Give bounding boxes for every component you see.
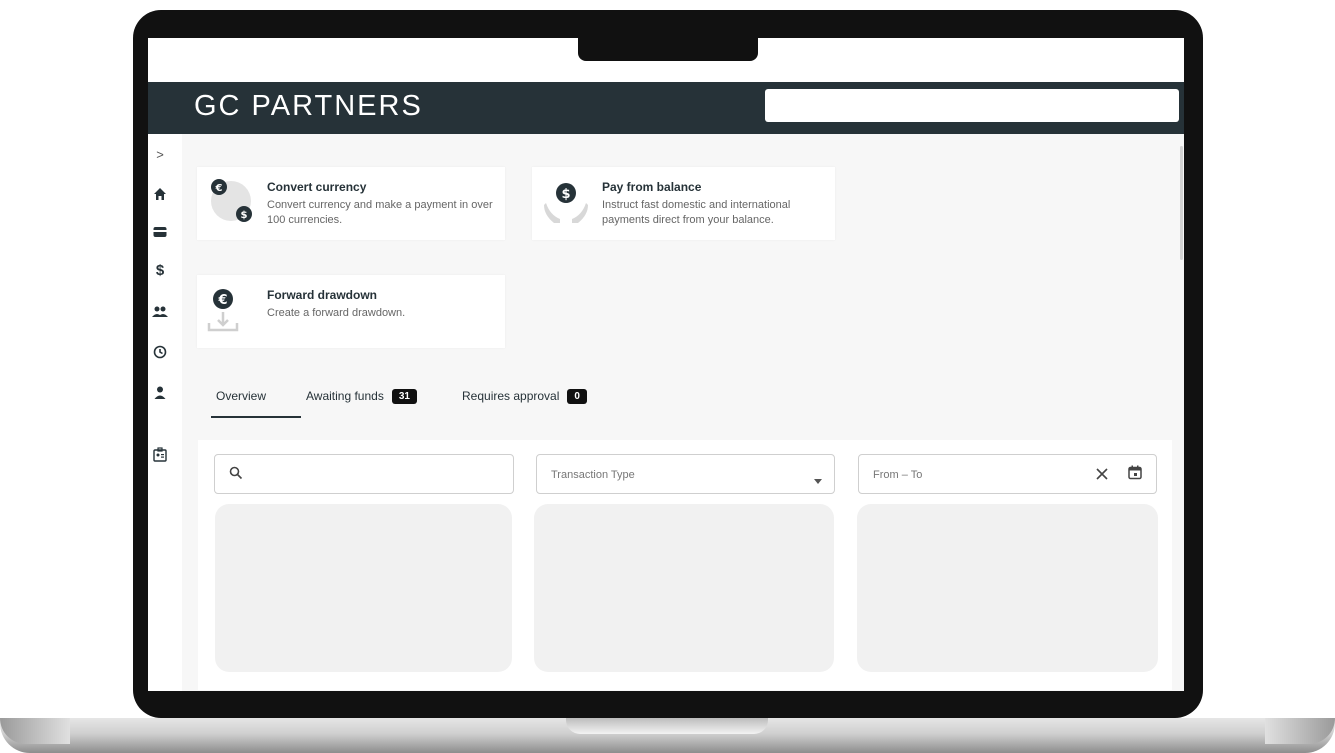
forward-drawdown-title: Forward drawdown [267,288,378,302]
brand-logo: GC PARTNERS [194,90,423,122]
transaction-tabs: Overview Awaiting funds 31 Requires appr… [198,389,798,429]
app-screen: GC PARTNERS > $ € $ Convert currency Con… [148,38,1184,691]
svg-text:€: € [215,183,223,194]
transaction-search-input[interactable] [251,455,505,495]
history-icon[interactable] [150,342,170,362]
date-range-field[interactable]: From – To [858,454,1157,494]
loading-placeholder-card [857,504,1158,672]
loading-placeholder-card [215,504,512,672]
tab-awaiting-funds[interactable]: Awaiting funds 31 [306,389,417,419]
tab-requires-approval[interactable]: Requires approval 0 [462,389,587,419]
pay-from-balance-icon: $ [540,175,592,227]
pay-from-balance-title: Pay from balance [602,180,702,194]
svg-text:$: $ [561,187,570,202]
tab-awaiting-funds-label: Awaiting funds [306,389,384,403]
person-icon[interactable] [150,382,170,402]
transaction-search-field[interactable] [214,454,514,495]
card-icon[interactable] [150,222,170,242]
svg-text:$: $ [241,210,248,221]
tab-overview[interactable]: Overview [216,389,266,419]
transaction-type-select[interactable]: Transaction Type [536,454,835,494]
calendar-icon[interactable] [1128,465,1142,485]
convert-currency-icon: € $ [205,175,257,227]
pay-from-balance-card[interactable]: $ Pay from balance Instruct fast domesti… [532,167,835,240]
pay-from-balance-description: Instruct fast domestic and international… [602,199,791,226]
laptop-base-groove [566,718,768,734]
active-tab-indicator [211,416,301,418]
forward-drawdown-icon: € [205,283,257,335]
requires-approval-count-badge: 0 [567,389,587,404]
convert-currency-card[interactable]: € $ Convert currency Convert currency an… [197,167,505,240]
clear-icon[interactable] [1096,467,1108,485]
page-scrollbar[interactable] [1180,146,1183,260]
sidebar: > $ [148,134,182,691]
home-icon[interactable] [150,184,170,204]
main-content: € $ Convert currency Convert currency an… [182,134,1184,691]
forward-drawdown-description: Create a forward drawdown. [267,307,406,319]
transactions-panel: Transaction Type From – To [198,440,1172,690]
header-search-input[interactable] [765,89,1179,122]
transaction-type-placeholder: Transaction Type [551,469,635,481]
tab-requires-approval-label: Requires approval [462,389,560,403]
people-icon[interactable] [150,302,170,322]
tab-overview-label: Overview [216,389,267,403]
app-header: GC PARTNERS [148,82,1184,134]
dollar-icon[interactable]: $ [150,260,170,280]
awaiting-funds-count-badge: 31 [391,389,417,404]
forward-drawdown-card[interactable]: € Forward drawdown Create a forward draw… [197,275,505,348]
convert-currency-description: Convert currency and make a payment in o… [267,199,493,226]
loading-placeholder-card [534,504,834,672]
search-icon [229,466,243,485]
dropdown-arrow-icon [814,471,822,489]
date-range-placeholder: From – To [873,469,923,481]
convert-currency-title: Convert currency [267,180,367,194]
laptop-notch [578,36,758,61]
id-badge-icon[interactable] [150,444,170,464]
sidebar-toggle-icon[interactable]: > [150,144,170,164]
svg-text:€: € [217,293,227,308]
